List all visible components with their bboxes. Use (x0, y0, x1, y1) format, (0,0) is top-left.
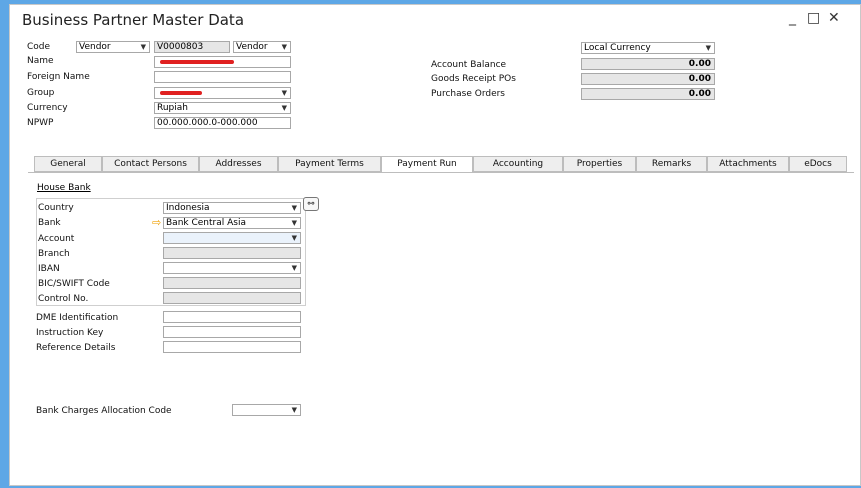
country-select[interactable]: Indonesia (163, 202, 301, 214)
purchase-orders-value: 0.00 (581, 88, 715, 100)
goods-receipt-label: Goods Receipt POs (431, 74, 516, 84)
tab-properties[interactable]: Properties (563, 156, 636, 172)
account-select[interactable] (163, 232, 301, 244)
local-currency-value: Local Currency (584, 43, 651, 53)
redaction-mark (160, 60, 234, 64)
link-icon[interactable]: ⚯ (303, 197, 319, 211)
dme-label: DME Identification (36, 313, 119, 323)
currency-select[interactable]: Rupiah (154, 102, 291, 114)
code-type-select[interactable]: Vendor (76, 41, 150, 53)
code-series-select[interactable]: Vendor (233, 41, 291, 53)
bank-charges-label: Bank Charges Allocation Code (36, 406, 172, 416)
link-arrow-icon[interactable]: ⇨ (152, 216, 161, 229)
tab-payment-terms[interactable]: Payment Terms (278, 156, 381, 172)
code-input[interactable]: V0000803 (154, 41, 230, 53)
tab-attachments[interactable]: Attachments (707, 156, 789, 172)
control-no-field (163, 292, 301, 304)
account-label: Account (38, 234, 75, 244)
npwp-label: NPWP (27, 118, 54, 128)
redaction-mark (160, 91, 202, 95)
reference-details-label: Reference Details (36, 343, 116, 353)
bank-charges-select[interactable] (232, 404, 301, 416)
close-button[interactable]: ✕ (828, 10, 840, 26)
npwp-input[interactable]: 00.000.000.0-000.000 (154, 117, 291, 129)
tab-accounting[interactable]: Accounting (473, 156, 563, 172)
branch-field (163, 247, 301, 259)
instruction-key-label: Instruction Key (36, 328, 104, 338)
code-series-value: Vendor (236, 42, 268, 52)
tab-edocs[interactable]: eDocs (789, 156, 847, 172)
account-balance-value: 0.00 (581, 58, 715, 70)
country-label: Country (38, 203, 74, 213)
tab-contact-persons[interactable]: Contact Persons (102, 156, 199, 172)
code-label: Code (27, 42, 51, 52)
bic-label: BIC/SWIFT Code (38, 279, 110, 289)
code-type-value: Vendor (79, 42, 111, 52)
window-title: Business Partner Master Data (22, 11, 245, 29)
minimize-button[interactable]: _ (789, 10, 796, 26)
control-no-label: Control No. (38, 294, 89, 304)
bank-value: Bank Central Asia (166, 218, 246, 228)
currency-value: Rupiah (157, 103, 188, 113)
tab-general[interactable]: General (34, 156, 102, 172)
reference-details-input[interactable] (163, 341, 301, 353)
foreign-name-input[interactable] (154, 71, 291, 83)
iban-select[interactable] (163, 262, 301, 274)
title-bar: Business Partner Master Data _ □ ✕ (10, 5, 860, 35)
foreign-name-label: Foreign Name (27, 72, 90, 82)
tab-remarks[interactable]: Remarks (636, 156, 707, 172)
tab-addresses[interactable]: Addresses (199, 156, 278, 172)
country-value: Indonesia (166, 203, 210, 213)
instruction-key-input[interactable] (163, 326, 301, 338)
business-partner-window: Business Partner Master Data _ □ ✕ Code … (9, 4, 861, 486)
iban-label: IBAN (38, 264, 60, 274)
name-label: Name (27, 56, 54, 66)
dme-input[interactable] (163, 311, 301, 323)
maximize-button[interactable]: □ (807, 10, 820, 26)
group-label: Group (27, 88, 55, 98)
house-bank-title: House Bank (37, 183, 91, 193)
currency-label: Currency (27, 103, 68, 113)
purchase-orders-label: Purchase Orders (431, 89, 505, 99)
bank-select[interactable]: Bank Central Asia (163, 217, 301, 229)
bic-field (163, 277, 301, 289)
local-currency-select[interactable]: Local Currency (581, 42, 715, 54)
bank-label: Bank (38, 218, 61, 228)
goods-receipt-value: 0.00 (581, 73, 715, 85)
tab-payment-run[interactable]: Payment Run (381, 156, 473, 173)
account-balance-label: Account Balance (431, 60, 507, 70)
branch-label: Branch (38, 249, 70, 259)
